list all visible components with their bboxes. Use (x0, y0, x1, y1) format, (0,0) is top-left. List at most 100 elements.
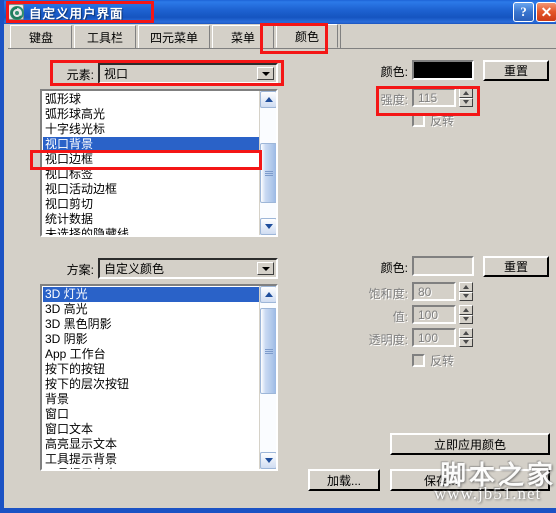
list-item[interactable]: 工具提示文本 (43, 467, 259, 469)
list-item[interactable]: 3D 高光 (43, 302, 259, 317)
value-label: 值: (392, 309, 408, 324)
stepper-down-icon[interactable] (459, 97, 473, 107)
app-icon (8, 4, 24, 20)
list-item[interactable]: 3D 阴影 (43, 332, 259, 347)
element-combo-value: 视口 (104, 67, 129, 81)
intensity-label: 强度: (380, 92, 408, 107)
scrollbar-thumb[interactable] (260, 308, 276, 394)
element-combo[interactable]: 视口 (98, 63, 278, 84)
colors-panel: 元素: 视口 弧形球 弧形球高光 十字线光标 视口背景 视口边框 视口标签 视口… (8, 49, 556, 508)
title-bar-buttons: ? ✕ (513, 2, 556, 22)
list-item[interactable]: 视口剪切 (43, 197, 259, 212)
list-item[interactable]: 未选择的隐藏线 (43, 227, 259, 235)
element-list-scrollbar[interactable] (259, 91, 276, 235)
grip-icon (264, 348, 273, 355)
scheme-combo[interactable]: 自定义颜色 (98, 258, 278, 279)
element-color-label: 颜色: (380, 64, 408, 79)
element-color-swatch[interactable] (412, 60, 474, 80)
list-item[interactable]: 弧形球 (43, 92, 259, 107)
scroll-down-icon[interactable] (260, 218, 276, 235)
list-item[interactable]: App 工作台 (43, 347, 259, 362)
intensity-field[interactable]: 115 (412, 88, 456, 107)
scheme-list-scrollbar[interactable] (259, 286, 276, 469)
scheme-color-label: 颜色: (380, 260, 408, 275)
list-item[interactable]: 背景 (43, 392, 259, 407)
element-label: 元素: (66, 67, 94, 82)
tab-label: 菜单 (231, 30, 256, 45)
save-button[interactable]: 保存... (390, 469, 550, 491)
element-invert-label: 反转 (430, 114, 455, 128)
tab-quad-menu[interactable]: 四元菜单 (138, 25, 211, 48)
scheme-reset-button[interactable]: 重置 (483, 256, 549, 277)
list-item-selected[interactable]: 视口背景 (43, 137, 259, 152)
window-title: 自定义用户界面 (29, 6, 124, 21)
list-item[interactable]: 统计数据 (43, 212, 259, 227)
list-item[interactable]: 工具提示背景 (43, 452, 259, 467)
element-listbox[interactable]: 弧形球 弧形球高光 十字线光标 视口背景 视口边框 视口标签 视口活动边框 视口… (40, 89, 278, 237)
list-item[interactable]: 按下的按钮 (43, 362, 259, 377)
stepper-down-icon[interactable] (459, 314, 473, 324)
tab-label: 工具栏 (86, 30, 123, 45)
element-list-items: 弧形球 弧形球高光 十字线光标 视口背景 视口边框 视口标签 视口活动边框 视口… (42, 91, 259, 235)
scroll-up-icon[interactable] (260, 286, 276, 303)
chevron-down-icon[interactable] (257, 67, 274, 80)
transparency-label: 透明度: (368, 332, 408, 347)
tab-toolbar[interactable]: 工具栏 (74, 25, 136, 48)
saturation-label: 饱和度: (368, 286, 408, 301)
list-item[interactable]: 3D 黑色阴影 (43, 317, 259, 332)
stepper-up-icon[interactable] (459, 305, 473, 315)
tab-label: 四元菜单 (150, 30, 199, 45)
chevron-down-icon[interactable] (257, 262, 274, 275)
stepper-down-icon[interactable] (459, 291, 473, 301)
scheme-color-swatch[interactable] (412, 256, 474, 276)
scheme-listbox[interactable]: 3D 灯光 3D 高光 3D 黑色阴影 3D 阴影 App 工作台 按下的按钮 … (40, 284, 278, 471)
load-button[interactable]: 加载... (308, 469, 380, 491)
value-field[interactable]: 100 (412, 305, 456, 324)
element-invert-checkbox[interactable] (412, 114, 425, 127)
tab-strip-filler (340, 25, 556, 48)
scheme-combo-value: 自定义颜色 (104, 262, 165, 276)
scroll-down-icon[interactable] (260, 452, 276, 469)
saturation-field[interactable]: 80 (412, 282, 456, 301)
element-invert-row[interactable]: 反转 (412, 112, 454, 129)
customize-ui-dialog: 自定义用户界面 ? ✕ 键盘 工具栏 四元菜单 菜单 颜色 元素: 视口 弧形球… (0, 0, 556, 513)
help-button[interactable]: ? (513, 2, 534, 22)
scheme-label: 方案: (66, 262, 94, 277)
stepper-up-icon[interactable] (459, 88, 473, 98)
intensity-stepper[interactable] (459, 88, 473, 107)
transparency-stepper[interactable] (459, 328, 473, 347)
scheme-list-items: 3D 灯光 3D 高光 3D 黑色阴影 3D 阴影 App 工作台 按下的按钮 … (42, 286, 259, 469)
list-item[interactable]: 窗口 (43, 407, 259, 422)
list-item[interactable]: 十字线光标 (43, 122, 259, 137)
scrollbar-thumb[interactable] (260, 143, 276, 203)
list-item[interactable]: 弧形球高光 (43, 107, 259, 122)
scroll-up-icon[interactable] (260, 91, 276, 108)
list-item[interactable]: 按下的层次按钮 (43, 377, 259, 392)
scheme-invert-row[interactable]: 反转 (412, 352, 454, 369)
stepper-up-icon[interactable] (459, 328, 473, 338)
list-item[interactable]: 高亮显示文本 (43, 437, 259, 452)
close-button[interactable]: ✕ (536, 2, 556, 22)
tab-label: 键盘 (28, 30, 53, 45)
title-bar[interactable]: 自定义用户界面 ? ✕ (4, 0, 556, 24)
transparency-field[interactable]: 100 (412, 328, 456, 347)
scheme-invert-label: 反转 (430, 354, 455, 368)
tab-colors[interactable]: 颜色 (276, 24, 339, 48)
tab-keyboard[interactable]: 键盘 (10, 25, 72, 48)
apply-colors-now-button[interactable]: 立即应用颜色 (390, 433, 550, 455)
tab-strip: 键盘 工具栏 四元菜单 菜单 颜色 (8, 24, 556, 49)
stepper-down-icon[interactable] (459, 337, 473, 347)
element-reset-button[interactable]: 重置 (483, 60, 549, 81)
list-item-selected[interactable]: 3D 灯光 (43, 287, 259, 302)
list-item[interactable]: 视口边框 (43, 152, 259, 167)
value-stepper[interactable] (459, 305, 473, 324)
scheme-invert-checkbox[interactable] (412, 354, 425, 367)
grip-icon (264, 170, 273, 177)
list-item[interactable]: 视口标签 (43, 167, 259, 182)
tab-label: 颜色 (295, 29, 320, 44)
list-item[interactable]: 视口活动边框 (43, 182, 259, 197)
list-item[interactable]: 窗口文本 (43, 422, 259, 437)
saturation-stepper[interactable] (459, 282, 473, 301)
tab-menu[interactable]: 菜单 (212, 25, 275, 48)
stepper-up-icon[interactable] (459, 282, 473, 292)
